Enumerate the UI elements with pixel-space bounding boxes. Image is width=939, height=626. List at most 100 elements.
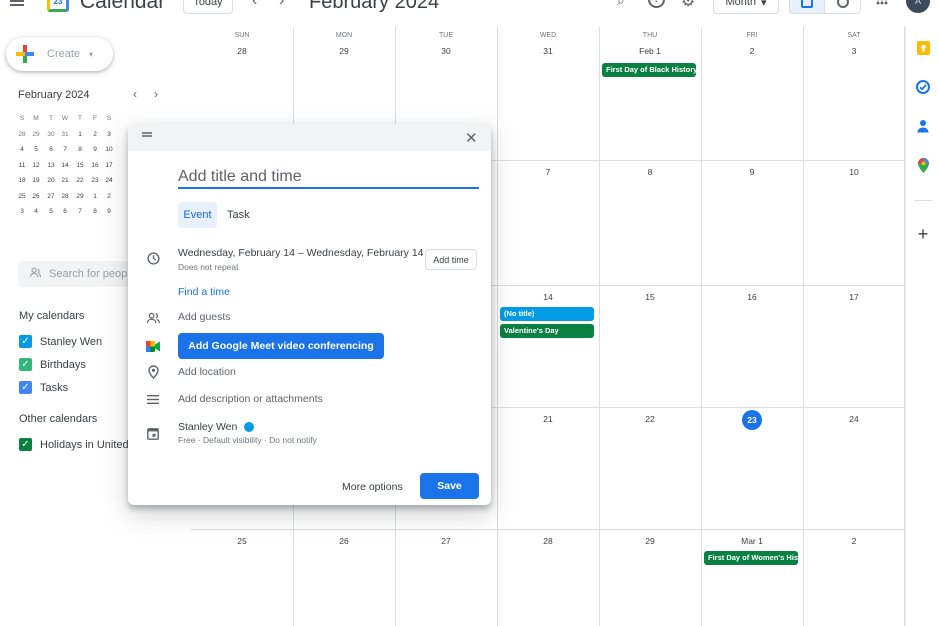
mini-calendar-day[interactable]: 6 — [44, 146, 58, 153]
mini-calendar-day[interactable]: 18 — [15, 177, 29, 184]
mini-calendar-day[interactable]: 24 — [102, 177, 116, 184]
mini-calendar-day[interactable]: 15 — [73, 162, 87, 169]
day-number[interactable]: 14 — [497, 292, 599, 302]
day-number[interactable]: Mar 1 — [701, 536, 803, 546]
mini-calendar-day[interactable]: 28 — [15, 131, 29, 138]
mini-calendar-day[interactable]: 16 — [88, 162, 102, 169]
add-google-meet-button[interactable]: Add Google Meet video conferencing — [178, 333, 384, 359]
mini-calendar-day[interactable]: 26 — [29, 193, 43, 200]
mini-calendar-day[interactable]: 5 — [44, 208, 58, 215]
add-description-field[interactable]: Add description or attachments — [178, 393, 323, 405]
calendar-view-toggle[interactable] — [789, 0, 825, 14]
main-menu-button[interactable] — [8, 0, 26, 12]
day-number[interactable]: 8 — [599, 167, 701, 177]
contacts-icon[interactable] — [916, 119, 930, 133]
mini-calendar-day[interactable]: 13 — [44, 162, 58, 169]
day-number[interactable]: 3 — [803, 46, 905, 56]
account-avatar[interactable]: A — [906, 0, 930, 13]
tab-event[interactable]: Event — [178, 202, 217, 228]
day-number[interactable]: 26 — [293, 536, 395, 546]
add-addon-icon[interactable]: + — [916, 224, 930, 244]
view-select-dropdown[interactable]: Month ▾ — [713, 0, 779, 14]
mini-calendar-day[interactable]: 23 — [88, 177, 102, 184]
day-number[interactable]: 7 — [497, 167, 599, 177]
day-number[interactable]: 28 — [191, 46, 293, 56]
day-number[interactable]: 10 — [803, 167, 905, 177]
calendar-list-item[interactable]: ✓ Stanley Wen — [19, 335, 102, 348]
day-number[interactable]: 17 — [803, 292, 905, 302]
keep-icon[interactable] — [916, 41, 930, 55]
save-button[interactable]: Save — [420, 473, 479, 499]
day-number[interactable]: 15 — [599, 292, 701, 302]
mini-calendar-day[interactable]: 29 — [29, 131, 43, 138]
mini-calendar-day[interactable]: 4 — [15, 146, 29, 153]
maps-icon[interactable] — [916, 157, 930, 173]
event-date-range[interactable]: Wednesday, February 14 – Wednesday, Febr… — [178, 247, 424, 259]
day-number[interactable]: 24 — [803, 414, 905, 424]
mini-calendar-day[interactable]: 9 — [88, 146, 102, 153]
mini-calendar-day[interactable]: 3 — [102, 131, 116, 138]
add-time-button[interactable]: Add time — [425, 249, 477, 270]
calendar-event-chip[interactable]: First Day of Black History Month — [602, 63, 696, 77]
day-number[interactable]: 29 — [599, 536, 701, 546]
tasks-icon[interactable] — [916, 80, 930, 94]
mini-calendar-day[interactable]: 20 — [44, 177, 58, 184]
mini-calendar-day[interactable]: 27 — [44, 193, 58, 200]
mini-calendar-day[interactable]: 14 — [58, 162, 72, 169]
tab-task[interactable]: Task — [227, 202, 250, 228]
mini-calendar-day[interactable]: 7 — [73, 208, 87, 215]
day-number[interactable]: 31 — [497, 46, 599, 56]
day-number[interactable]: 2 — [803, 536, 905, 546]
repeat-setting[interactable]: Does not repeat — [178, 262, 238, 272]
today-day-number[interactable]: 23 — [742, 410, 762, 430]
today-button[interactable]: Today — [183, 0, 233, 14]
find-a-time-link[interactable]: Find a time — [178, 286, 230, 298]
day-number[interactable]: 9 — [701, 167, 803, 177]
day-number[interactable]: 22 — [599, 414, 701, 424]
mini-calendar-day[interactable]: 2 — [88, 131, 102, 138]
mini-calendar-day[interactable]: 1 — [73, 131, 87, 138]
day-number[interactable]: 16 — [701, 292, 803, 302]
mini-calendar-day[interactable]: 30 — [44, 131, 58, 138]
mini-calendar-day[interactable]: 11 — [15, 162, 29, 169]
settings-gear-icon[interactable]: ⚙ — [681, 0, 695, 11]
event-title-input[interactable] — [178, 167, 479, 189]
day-number[interactable]: 23 — [701, 410, 803, 430]
mini-calendar-day[interactable]: 6 — [58, 208, 72, 215]
day-number[interactable]: 30 — [395, 46, 497, 56]
mini-calendar-day[interactable]: 8 — [88, 208, 102, 215]
day-number[interactable]: 27 — [395, 536, 497, 546]
mini-calendar-day[interactable]: 7 — [58, 146, 72, 153]
mini-calendar-day[interactable]: 29 — [73, 193, 87, 200]
mini-calendar-prev-button[interactable]: ‹ — [133, 87, 137, 101]
availability-visibility-details[interactable]: Free · Default visibility · Do not notif… — [178, 435, 317, 445]
close-icon[interactable]: ✕ — [465, 129, 478, 147]
tasks-view-toggle[interactable] — [825, 0, 861, 14]
mini-calendar-day[interactable]: 9 — [102, 208, 116, 215]
mini-calendar-day[interactable]: 28 — [58, 193, 72, 200]
day-number[interactable]: 28 — [497, 536, 599, 546]
calendar-owner-selector[interactable]: Stanley Wen — [178, 421, 255, 433]
checkbox-icon[interactable]: ✓ — [19, 438, 32, 451]
mini-calendar-next-button[interactable]: › — [154, 87, 158, 101]
mini-calendar-day[interactable]: 3 — [15, 208, 29, 215]
add-guests-field[interactable]: Add guests — [178, 311, 231, 323]
day-number[interactable]: 21 — [497, 414, 599, 424]
mini-calendar-day[interactable]: 25 — [15, 193, 29, 200]
checkbox-icon[interactable]: ✓ — [19, 335, 32, 348]
drag-handle-icon[interactable] — [142, 132, 152, 134]
mini-calendar-day[interactable]: 31 — [58, 131, 72, 138]
help-icon[interactable]: ? — [648, 0, 665, 8]
mini-calendar-day[interactable]: 2 — [102, 193, 116, 200]
mini-calendar-day[interactable]: 4 — [29, 208, 43, 215]
add-location-field[interactable]: Add location — [178, 366, 236, 378]
mini-calendar-day[interactable]: 21 — [58, 177, 72, 184]
calendar-list-item[interactable]: ✓ Birthdays — [19, 358, 86, 371]
create-button[interactable]: Create ▾ — [6, 37, 113, 71]
calendar-list-item[interactable]: ✓ Tasks — [19, 381, 68, 394]
day-number[interactable]: 25 — [191, 536, 293, 546]
search-people-input[interactable]: Search for people — [18, 261, 133, 287]
day-number[interactable]: 29 — [293, 46, 395, 56]
mini-calendar-day[interactable]: 8 — [73, 146, 87, 153]
next-month-button[interactable]: › — [279, 0, 284, 10]
